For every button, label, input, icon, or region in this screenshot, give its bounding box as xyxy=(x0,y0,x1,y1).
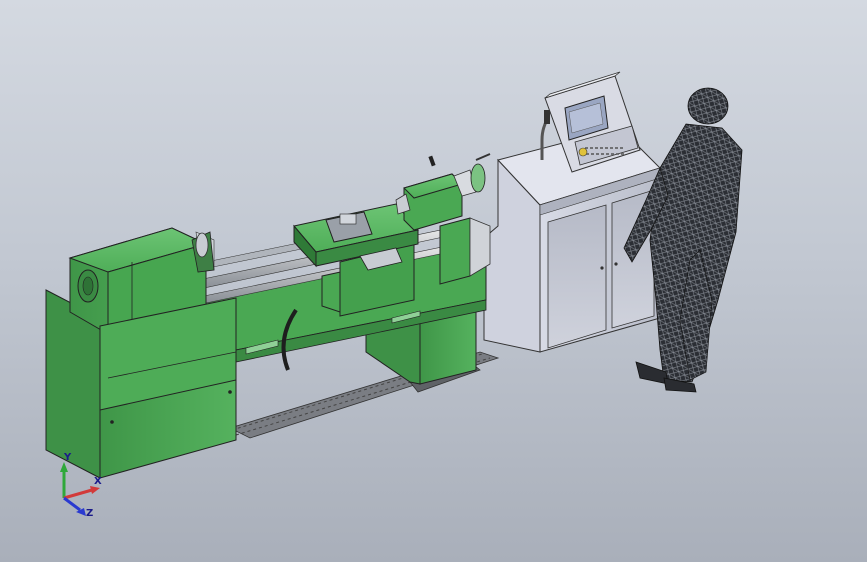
tailstock-handwheel-icon[interactable] xyxy=(470,163,486,193)
cabinet-door-left[interactable] xyxy=(547,204,607,349)
x-axis-label: X xyxy=(94,476,102,487)
chuck-icon xyxy=(195,232,209,258)
door-handle-icon xyxy=(614,262,618,266)
y-axis-label: Y xyxy=(63,452,72,463)
lathe-assembly-model[interactable]: Y X Z xyxy=(0,0,867,562)
z-axis-label: Z xyxy=(86,508,93,519)
lever-icon xyxy=(428,155,436,167)
z-axis-arrow xyxy=(63,496,81,512)
cad-viewport[interactable]: Y X Z xyxy=(0,0,867,562)
emergency-stop-icon[interactable] xyxy=(578,147,588,157)
operator-figure xyxy=(623,87,743,393)
panel-handwheel-icon xyxy=(544,110,550,124)
tool-holder xyxy=(339,213,357,225)
x-axis-arrow xyxy=(63,488,93,500)
door-handle-icon xyxy=(600,266,604,270)
figure-head xyxy=(687,87,729,125)
